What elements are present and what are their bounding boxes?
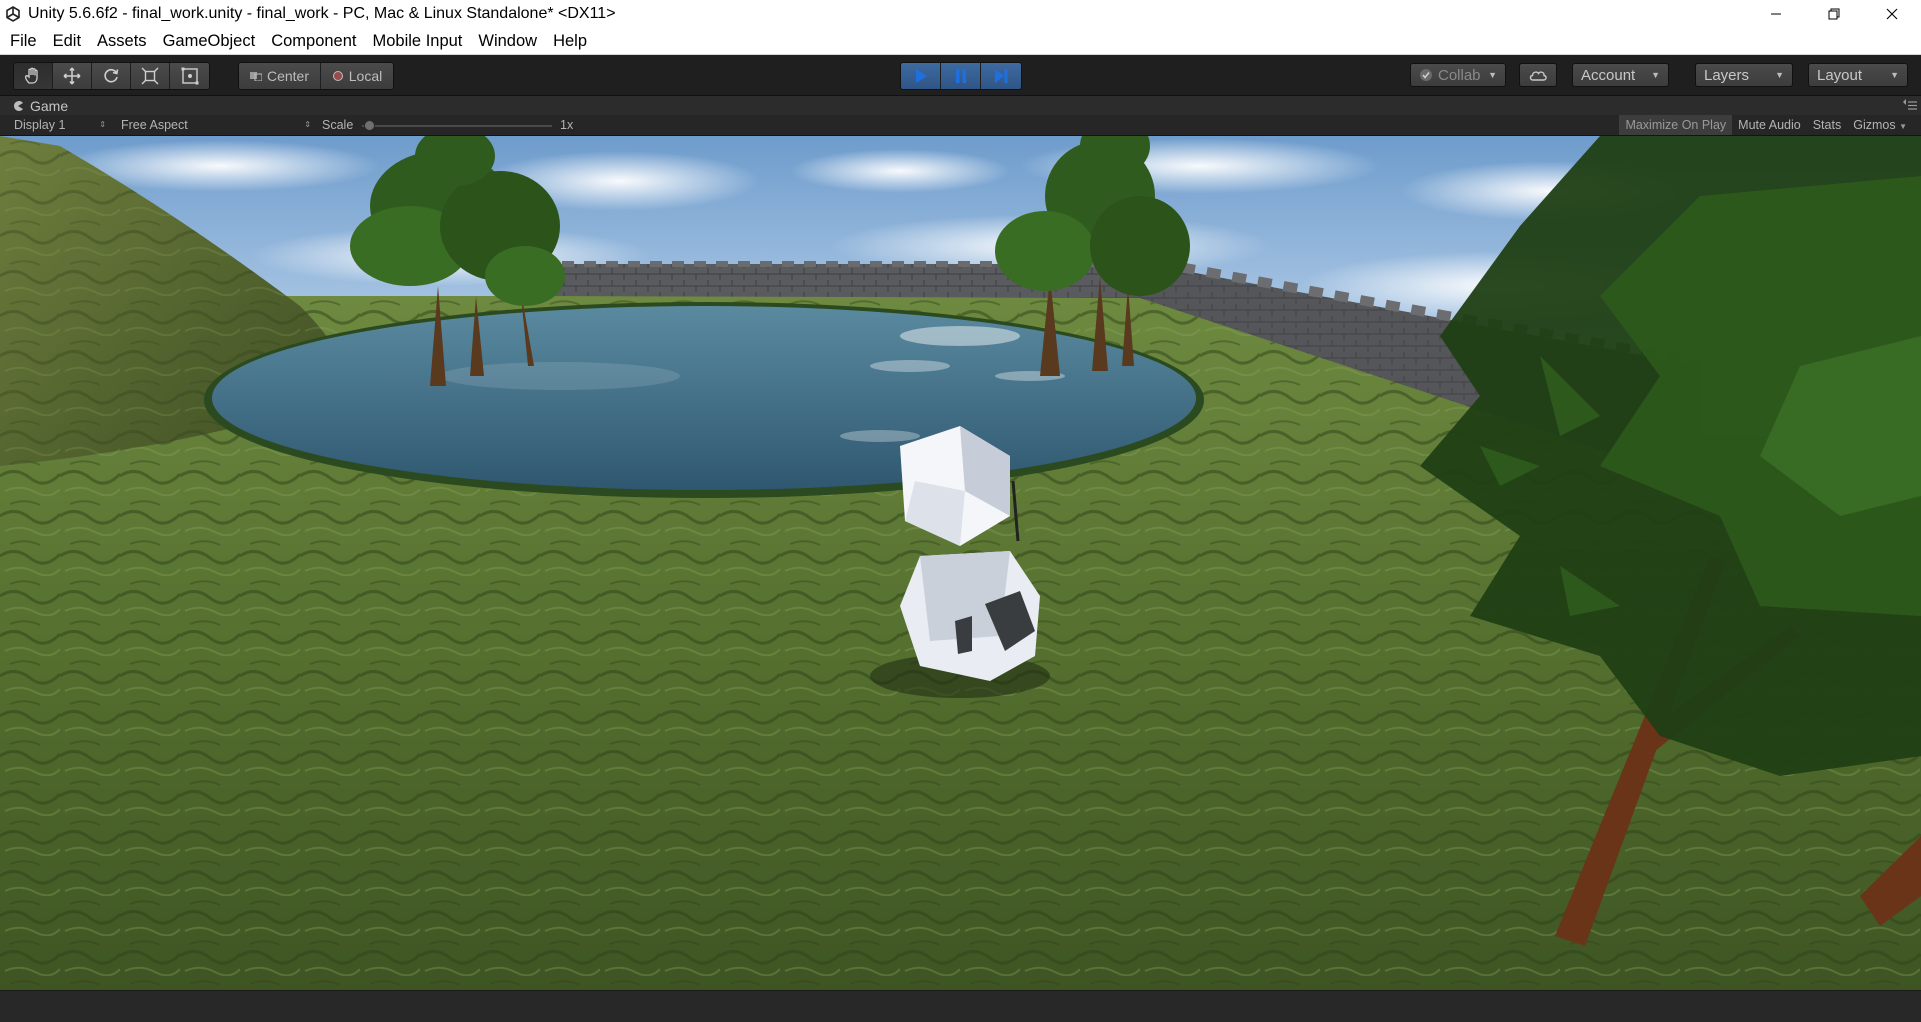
status-bar [0, 990, 1921, 1022]
restore-button[interactable] [1805, 0, 1863, 28]
game-viewport[interactable] [0, 136, 1921, 990]
tab-game[interactable]: Game [0, 96, 74, 115]
stats-toggle[interactable]: Stats [1807, 115, 1848, 135]
menu-file[interactable]: File [0, 28, 45, 54]
scale-slider-track[interactable] [362, 125, 552, 127]
menu-gameobject[interactable]: GameObject [155, 28, 264, 54]
minimize-icon [1771, 13, 1781, 15]
aspect-label: Free Aspect [121, 118, 188, 132]
pause-icon [955, 69, 966, 83]
cloud-icon [1529, 71, 1547, 81]
gizmos-dropdown[interactable]: Gizmos ▼ [1847, 115, 1913, 135]
maximize-on-play-toggle[interactable]: Maximize On Play [1619, 115, 1733, 135]
pivot-mode-label: Center [266, 68, 310, 84]
hand-tool-button[interactable] [14, 63, 53, 89]
rect-tool-button[interactable] [170, 63, 209, 89]
game-view-toggles: Maximize On Play Mute Audio Stats Gizmos… [1619, 115, 1913, 135]
game-scene [0, 136, 1921, 990]
window-title-bar: Unity 5.6.6f2 - final_work.unity - final… [0, 0, 1921, 29]
unity-logo-icon [4, 5, 22, 23]
hand-icon [24, 67, 38, 84]
close-button[interactable] [1863, 0, 1921, 28]
menu-bar: File Edit Assets GameObject Component Mo… [0, 28, 1921, 55]
panel-menu-button[interactable] [1903, 98, 1917, 116]
collab-label: Collab [1438, 66, 1481, 84]
scale-tool-button[interactable] [131, 63, 170, 89]
menu-window[interactable]: Window [470, 28, 545, 54]
layers-label: Layers [1704, 66, 1750, 84]
display-label: Display 1 [14, 118, 66, 132]
layout-dropdown[interactable]: Layout ▼ [1808, 63, 1908, 87]
pivot-rotation-label: Local [348, 68, 383, 84]
menu-assets[interactable]: Assets [89, 28, 155, 54]
minimize-button[interactable] [1747, 0, 1805, 28]
layers-dropdown[interactable]: Layers ▼ [1695, 63, 1793, 87]
rotate-tool-button[interactable] [92, 63, 131, 89]
main-toolbar: Center Local Collab ▼ Account ▼ Layers ▼… [0, 55, 1921, 96]
pivot-rotation-button[interactable]: Local [321, 63, 393, 89]
window-title: Unity 5.6.6f2 - final_work.unity - final… [28, 5, 616, 22]
layers-caret-icon: ▼ [1775, 70, 1784, 80]
play-button[interactable] [901, 63, 941, 89]
move-icon [63, 67, 81, 85]
display-dropdown[interactable]: Display 1 ⇕ [14, 115, 106, 135]
pacman-icon [14, 100, 23, 111]
transform-tools [13, 62, 210, 90]
playback-controls [900, 62, 1022, 90]
scale-icon [141, 67, 159, 85]
step-icon [995, 69, 1008, 83]
window-controls [1747, 0, 1921, 28]
scale-value: 1x [560, 118, 574, 132]
step-button[interactable] [981, 63, 1021, 89]
layout-caret-icon: ▼ [1890, 70, 1899, 80]
account-label: Account [1581, 66, 1636, 84]
close-icon [1886, 8, 1898, 20]
collab-caret-icon: ▼ [1488, 70, 1497, 80]
collab-check-icon [1420, 69, 1432, 81]
play-icon [915, 69, 927, 83]
aspect-dropdown[interactable]: Free Aspect ⇕ [121, 115, 311, 135]
layout-label: Layout [1817, 66, 1863, 84]
panel-menu-icon [1903, 99, 1917, 110]
pause-button[interactable] [941, 63, 981, 89]
account-dropdown[interactable]: Account ▼ [1572, 63, 1669, 87]
pivot-toggles: Center Local [238, 62, 394, 90]
pivot-mode-button[interactable]: Center [239, 63, 321, 89]
account-caret-icon: ▼ [1651, 70, 1660, 80]
restore-icon [1828, 8, 1840, 20]
menu-component[interactable]: Component [263, 28, 364, 54]
pivot-center-icon [249, 72, 262, 81]
tab-game-label: Game [30, 97, 69, 114]
cloud-button[interactable] [1519, 63, 1557, 87]
game-view-controls: Display 1 ⇕ Free Aspect ⇕ Scale 1x Maxim… [0, 115, 1921, 136]
gizmos-caret-icon: ▼ [1899, 122, 1907, 131]
game-panel-tabbar: Game [0, 96, 1921, 115]
menu-mobile-input[interactable]: Mobile Input [365, 28, 471, 54]
move-tool-button[interactable] [53, 63, 92, 89]
scale-slider-handle[interactable] [364, 120, 375, 131]
scale-label: Scale [322, 118, 354, 132]
menu-edit[interactable]: Edit [45, 28, 89, 54]
aspect-switch-icon: ⇕ [304, 120, 311, 129]
local-rotation-icon [332, 71, 343, 81]
rect-tool-icon [181, 67, 198, 85]
gizmos-label: Gizmos [1853, 118, 1896, 132]
rotate-icon [104, 68, 119, 83]
collab-dropdown[interactable]: Collab ▼ [1410, 63, 1506, 87]
mute-audio-toggle[interactable]: Mute Audio [1732, 115, 1807, 135]
menu-help[interactable]: Help [545, 28, 595, 54]
display-switch-icon: ⇕ [99, 120, 106, 129]
